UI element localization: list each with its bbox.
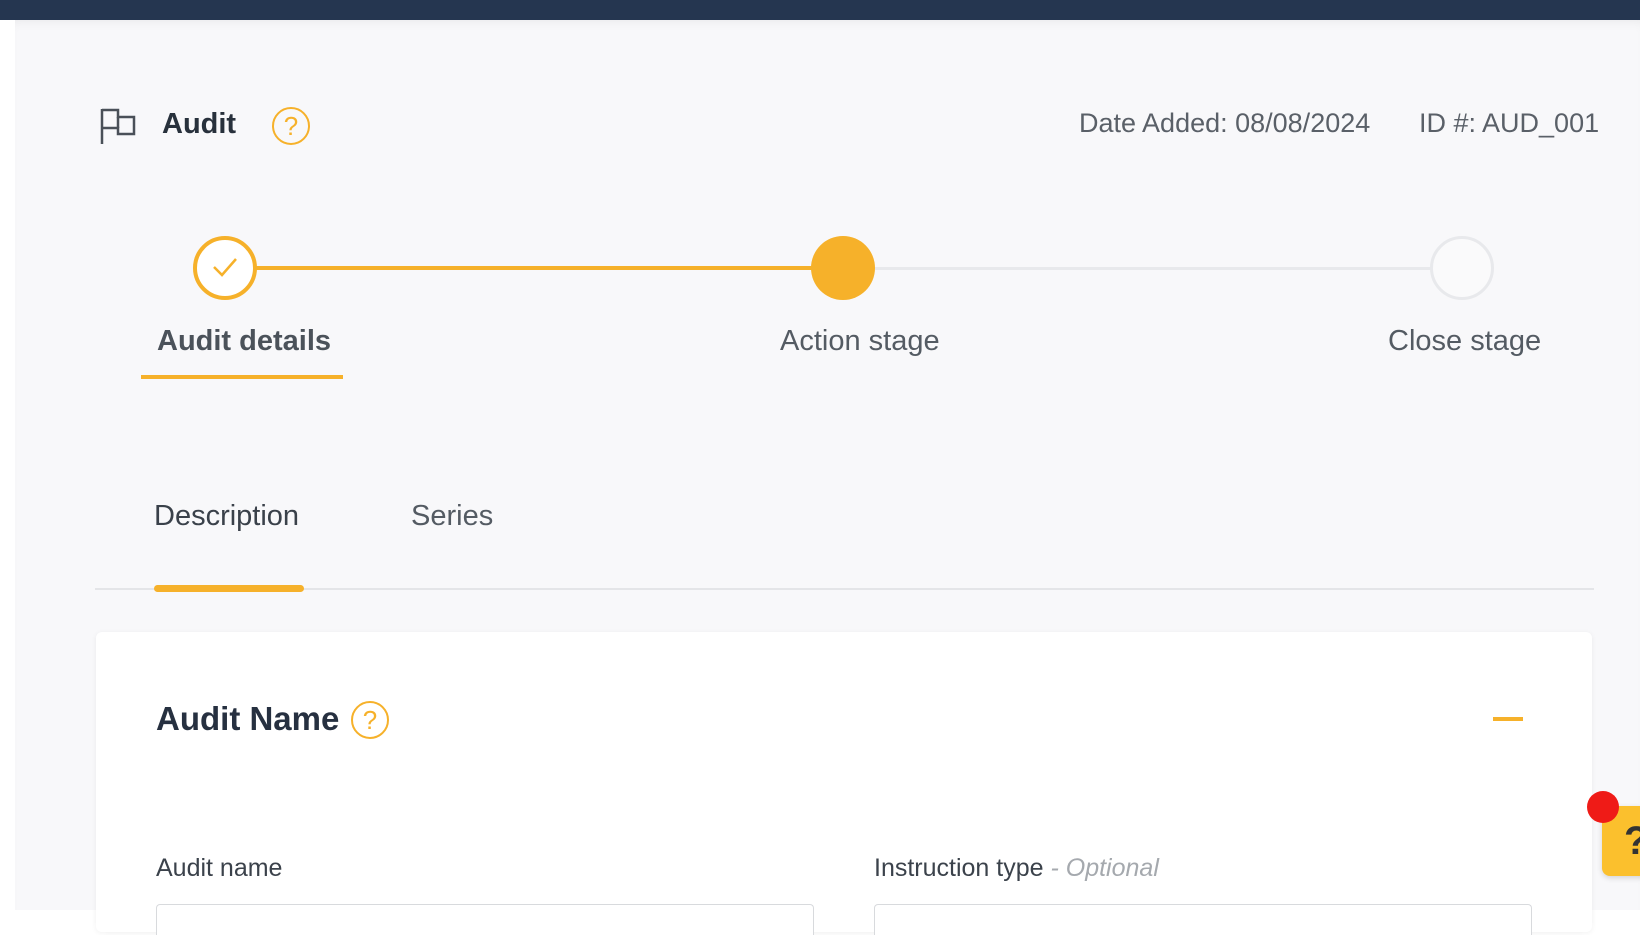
audit-name-label: Audit name <box>156 854 282 883</box>
notification-dot <box>1587 791 1619 823</box>
help-icon[interactable]: ? <box>351 701 389 739</box>
tab-description[interactable]: Description <box>154 500 299 533</box>
page-title: Audit <box>162 108 237 140</box>
step-label-action-stage[interactable]: Action stage <box>780 325 940 358</box>
step-audit-details-circle[interactable] <box>193 236 257 300</box>
collapse-icon[interactable] <box>1493 717 1523 721</box>
step-active-underline <box>141 375 343 379</box>
record-id: ID #: AUD_001 <box>1419 108 1600 138</box>
instruction-type-label-text: Instruction type <box>874 854 1044 882</box>
audit-name-card: Audit Name ? Audit name Instruction type… <box>96 632 1592 935</box>
instruction-type-label: Instruction type - Optional <box>874 854 1159 883</box>
top-bar <box>0 0 1640 20</box>
step-label-audit-details[interactable]: Audit details <box>157 325 331 358</box>
instruction-type-select[interactable] <box>874 904 1532 935</box>
left-gutter <box>0 20 15 910</box>
tab-divider <box>95 588 1594 590</box>
stepper-line-completed <box>255 266 815 270</box>
card-title: Audit Name <box>156 700 340 737</box>
help-icon[interactable]: ? <box>272 107 310 145</box>
audit-name-label-text: Audit name <box>156 854 283 882</box>
audit-name-input[interactable] <box>156 904 814 935</box>
date-added: Date Added: 08/08/2024 <box>1079 108 1371 138</box>
step-close-stage-circle[interactable] <box>1430 236 1494 300</box>
tab-active-indicator <box>154 585 304 592</box>
check-icon <box>213 258 237 277</box>
flag-icon <box>100 108 136 144</box>
optional-tag: - Optional <box>1050 854 1159 882</box>
step-action-stage-circle[interactable] <box>811 236 875 300</box>
stepper-line-pending <box>875 267 1435 270</box>
tab-series[interactable]: Series <box>411 500 493 533</box>
step-label-close-stage[interactable]: Close stage <box>1388 325 1541 358</box>
